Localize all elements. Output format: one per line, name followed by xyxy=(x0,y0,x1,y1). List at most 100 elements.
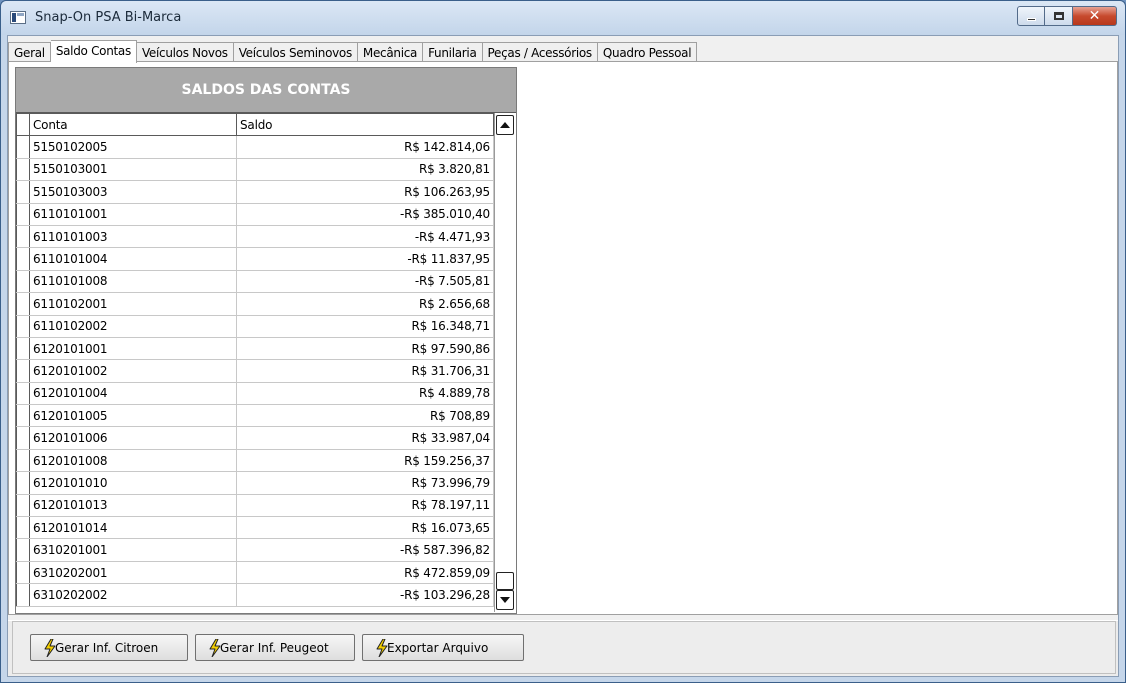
row-indicator[interactable] xyxy=(16,359,30,383)
tab-veiculos-novos[interactable]: Veículos Novos xyxy=(136,42,234,63)
tab-saldo-contas[interactable]: Saldo Contas xyxy=(50,40,137,63)
minimize-button[interactable] xyxy=(1017,6,1045,26)
scroll-up-button[interactable] xyxy=(496,115,514,135)
cell-conta[interactable]: 6120101014 xyxy=(29,516,237,540)
table-row[interactable]: 6120101010 R$ 73.996,79 xyxy=(16,471,494,495)
cell-conta[interactable]: 6110101004 xyxy=(29,247,237,271)
scroll-thumb[interactable] xyxy=(496,572,514,590)
cell-conta[interactable]: 6310202002 xyxy=(29,583,237,607)
table-row[interactable]: 6110102001 R$ 2.656,68 xyxy=(16,292,494,316)
table-row[interactable]: 6310202002 -R$ 103.296,28 xyxy=(16,583,494,607)
cell-conta[interactable]: 6110101003 xyxy=(29,224,237,249)
table-row[interactable]: 6120101008 R$ 159.256,37 xyxy=(16,448,494,473)
cell-conta[interactable]: 6310201001 xyxy=(29,538,237,562)
cell-saldo[interactable]: -R$ 385.010,40 xyxy=(236,202,494,226)
gerar-inf-peugeot-button[interactable]: Gerar Inf. Peugeot xyxy=(195,634,355,661)
cell-conta[interactable]: 6110101008 xyxy=(29,269,237,294)
table-row[interactable]: 6120101014 R$ 16.073,65 xyxy=(16,516,494,540)
table-row[interactable]: 6120101005 R$ 708,89 xyxy=(16,404,494,428)
cell-conta[interactable]: 6120101001 xyxy=(29,336,237,361)
cell-conta[interactable]: 6110102001 xyxy=(29,292,237,316)
row-indicator[interactable] xyxy=(16,247,30,271)
row-indicator[interactable] xyxy=(16,583,30,607)
row-indicator[interactable] xyxy=(16,493,30,518)
row-indicator[interactable] xyxy=(16,381,30,406)
column-header-saldo[interactable]: Saldo xyxy=(236,112,494,137)
table-row[interactable]: 6310202001 R$ 472.859,09 xyxy=(16,560,494,585)
row-indicator[interactable] xyxy=(16,426,30,450)
cell-conta[interactable]: 6110101001 xyxy=(29,202,237,226)
cell-saldo[interactable]: -R$ 587.396,82 xyxy=(236,538,494,562)
saldos-grid[interactable]: Conta Saldo 5150102005 R$ 142.814,06 51501… xyxy=(16,112,516,613)
row-indicator[interactable] xyxy=(16,560,30,585)
cell-saldo[interactable]: R$ 142.814,06 xyxy=(236,135,494,159)
cell-saldo[interactable]: R$ 16.073,65 xyxy=(236,516,494,540)
cell-saldo[interactable]: R$ 3.820,81 xyxy=(236,157,494,182)
tab-pecas-acessorios[interactable]: Peças / Acessórios xyxy=(482,42,598,63)
table-row[interactable]: 5150103001 R$ 3.820,81 xyxy=(16,157,494,182)
cell-saldo[interactable]: R$ 2.656,68 xyxy=(236,292,494,316)
gerar-inf-citroen-button[interactable]: Gerar Inf. Citroen xyxy=(30,634,188,661)
cell-saldo[interactable]: R$ 106.263,95 xyxy=(236,180,494,204)
table-row[interactable]: 6110101003 -R$ 4.471,93 xyxy=(16,224,494,249)
table-row[interactable]: 6310201001 -R$ 587.396,82 xyxy=(16,538,494,562)
maximize-button[interactable] xyxy=(1045,6,1073,26)
table-row[interactable]: 6120101001 R$ 97.590,86 xyxy=(16,336,494,361)
column-header-conta[interactable]: Conta xyxy=(29,112,237,137)
cell-saldo[interactable]: R$ 31.706,31 xyxy=(236,359,494,383)
title-bar[interactable]: Snap-On PSA Bi-Marca ✕ xyxy=(1,1,1125,35)
row-indicator[interactable] xyxy=(16,202,30,226)
cell-conta[interactable]: 6120101008 xyxy=(29,448,237,473)
cell-saldo[interactable]: R$ 16.348,71 xyxy=(236,314,494,338)
cell-conta[interactable]: 6310202001 xyxy=(29,560,237,585)
cell-conta[interactable]: 6110102002 xyxy=(29,314,237,338)
cell-conta[interactable]: 6120101013 xyxy=(29,493,237,518)
cell-saldo[interactable]: R$ 97.590,86 xyxy=(236,336,494,361)
table-row[interactable]: 6120101013 R$ 78.197,11 xyxy=(16,493,494,518)
cell-conta[interactable]: 5150103003 xyxy=(29,180,237,204)
table-row[interactable]: 6110101001 -R$ 385.010,40 xyxy=(16,202,494,226)
vertical-scrollbar[interactable] xyxy=(494,113,514,612)
table-row[interactable]: 6120101006 R$ 33.987,04 xyxy=(16,426,494,450)
table-row[interactable]: 6110102002 R$ 16.348,71 xyxy=(16,314,494,338)
tab-mecanica[interactable]: Mecânica xyxy=(357,42,424,63)
tab-geral[interactable]: Geral xyxy=(8,42,51,63)
table-row[interactable]: 5150102005 R$ 142.814,06 xyxy=(16,135,494,159)
cell-conta[interactable]: 5150102005 xyxy=(29,135,237,159)
row-indicator[interactable] xyxy=(16,448,30,473)
cell-saldo[interactable]: R$ 33.987,04 xyxy=(236,426,494,450)
cell-conta[interactable]: 6120101005 xyxy=(29,404,237,428)
cell-conta[interactable]: 6120101004 xyxy=(29,381,237,406)
cell-saldo[interactable]: -R$ 103.296,28 xyxy=(236,583,494,607)
row-indicator[interactable] xyxy=(16,314,30,338)
cell-saldo[interactable]: R$ 472.859,09 xyxy=(236,560,494,585)
cell-saldo[interactable]: -R$ 7.505,81 xyxy=(236,269,494,294)
tab-quadro-pessoal[interactable]: Quadro Pessoal xyxy=(597,42,698,63)
cell-saldo[interactable]: R$ 4.889,78 xyxy=(236,381,494,406)
row-indicator[interactable] xyxy=(16,135,30,159)
tab-funilaria[interactable]: Funilaria xyxy=(423,42,483,63)
cell-conta[interactable]: 6120101002 xyxy=(29,359,237,383)
tab-veiculos-seminovos[interactable]: Veículos Seminovos xyxy=(233,42,358,63)
row-indicator[interactable] xyxy=(16,269,30,294)
cell-saldo[interactable]: R$ 708,89 xyxy=(236,404,494,428)
row-indicator[interactable] xyxy=(16,471,30,495)
row-indicator[interactable] xyxy=(16,404,30,428)
row-indicator[interactable] xyxy=(16,516,30,540)
close-button[interactable]: ✕ xyxy=(1073,6,1117,26)
row-indicator[interactable] xyxy=(16,336,30,361)
cell-saldo[interactable]: R$ 159.256,37 xyxy=(236,448,494,473)
table-row[interactable]: 6110101004 -R$ 11.837,95 xyxy=(16,247,494,271)
row-indicator[interactable] xyxy=(16,157,30,182)
cell-conta[interactable]: 6120101010 xyxy=(29,471,237,495)
table-row[interactable]: 5150103003 R$ 106.263,95 xyxy=(16,180,494,204)
row-indicator[interactable] xyxy=(16,538,30,562)
cell-saldo[interactable]: R$ 73.996,79 xyxy=(236,471,494,495)
scroll-down-button[interactable] xyxy=(496,590,514,610)
row-indicator[interactable] xyxy=(16,224,30,249)
cell-saldo[interactable]: -R$ 4.471,93 xyxy=(236,224,494,249)
cell-conta[interactable]: 6120101006 xyxy=(29,426,237,450)
row-indicator[interactable] xyxy=(16,292,30,316)
cell-conta[interactable]: 5150103001 xyxy=(29,157,237,182)
cell-saldo[interactable]: R$ 78.197,11 xyxy=(236,493,494,518)
